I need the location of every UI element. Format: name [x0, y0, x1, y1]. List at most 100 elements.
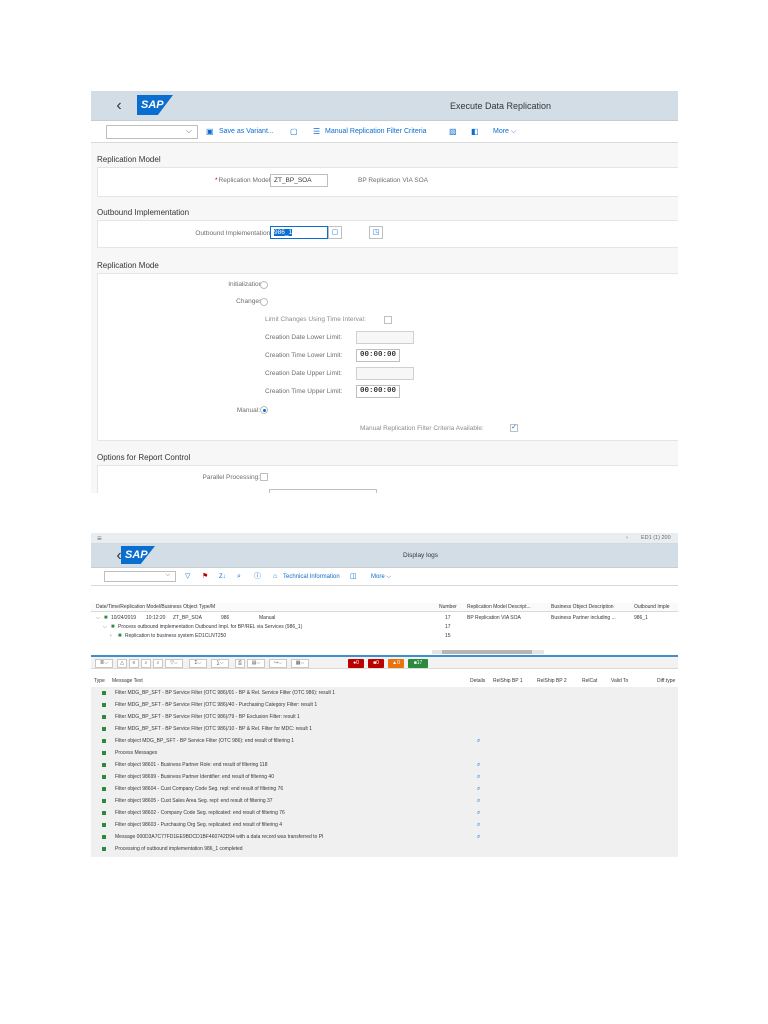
- message-text: Filter object 98601 - Business Partner R…: [115, 762, 268, 768]
- chevron-right-icon[interactable]: ›: [110, 632, 112, 640]
- creation-time-lower-input[interactable]: 00:00:00: [356, 349, 400, 362]
- help-icon[interactable]: ⓘ: [254, 568, 261, 586]
- col-type: Type: [94, 678, 105, 684]
- manual-radio[interactable]: [260, 406, 268, 414]
- image-icon[interactable]: ▧: [449, 121, 457, 143]
- export-button[interactable]: ↪⌵: [269, 659, 287, 668]
- details-button[interactable]: ≣⌵: [95, 659, 113, 668]
- filter-button[interactable]: ▽⌵: [165, 659, 183, 668]
- menu-icon[interactable]: ≡: [97, 533, 102, 544]
- sort-up-button[interactable]: △: [117, 659, 127, 668]
- details-magnifier-icon[interactable]: ⌕: [477, 819, 480, 831]
- creation-time-upper-input[interactable]: 00:00:00: [356, 385, 400, 398]
- search-icon[interactable]: ⌕: [237, 568, 241, 586]
- col-relcat: RelCat: [582, 678, 598, 684]
- message-row[interactable]: Processing of outbound implementation 98…: [91, 843, 678, 855]
- variant-select[interactable]: ⌵: [106, 125, 198, 139]
- creation-date-upper-label: Creation Date Upper Limit:: [265, 370, 342, 377]
- manual-filter-button[interactable]: Manual Replication Filter Criteria: [325, 121, 427, 143]
- details-magnifier-icon[interactable]: ⌕: [477, 807, 480, 819]
- changes-radio[interactable]: [260, 298, 268, 306]
- export-icon[interactable]: ◧: [471, 121, 479, 143]
- subtotal-button[interactable]: ∑⌵: [211, 659, 229, 668]
- sort-icon[interactable]: Z↓: [219, 568, 226, 586]
- variant-select-2[interactable]: ⌵: [104, 571, 176, 582]
- tree-id: 986: [221, 615, 230, 621]
- initialization-radio[interactable]: [260, 281, 268, 289]
- creation-date-lower-input[interactable]: [356, 331, 414, 344]
- message-row[interactable]: Filter object 98699 - Business Partner I…: [91, 771, 678, 783]
- chevron-down-icon: ⌵: [165, 572, 170, 578]
- tree-row[interactable]: ⌵ ■ Process outbound implementation Outb…: [91, 623, 678, 631]
- success-status-icon: ■: [118, 633, 122, 639]
- message-row[interactable]: Message 000D3A7C77FD1EE9BDCD1BF460742D94…: [91, 831, 678, 843]
- message-row[interactable]: Filter object 98602 - Company Code Seg. …: [91, 807, 678, 819]
- creation-time-lower-label: Creation Time Lower Limit:: [265, 352, 343, 359]
- value-help-button[interactable]: ▢: [328, 226, 342, 239]
- technical-info-button[interactable]: Technical Information: [283, 568, 340, 586]
- chevron-right-icon[interactable]: ›: [626, 533, 628, 544]
- chevron-down-icon[interactable]: ⌵: [96, 614, 100, 622]
- message-row[interactable]: Filter MDG_BP_SFT - BP Service Filter (O…: [91, 723, 678, 735]
- print-button[interactable]: ⎙: [235, 659, 245, 668]
- success-count-badge[interactable]: ■17: [408, 659, 428, 668]
- parallel-processing-checkbox[interactable]: [260, 473, 268, 481]
- sort-down-button[interactable]: ≡: [129, 659, 139, 668]
- view-button[interactable]: ▤⌵: [247, 659, 265, 668]
- manual-filter-available-checkbox[interactable]: ✓: [510, 424, 518, 432]
- message-row[interactable]: Filter object 98604 - Cust Company Code …: [91, 783, 678, 795]
- layout-button[interactable]: ▦⌵: [291, 659, 309, 668]
- flag-icon[interactable]: ⚑: [202, 568, 208, 586]
- limit-changes-checkbox[interactable]: [384, 316, 392, 324]
- details-magnifier-icon[interactable]: ⌕: [477, 831, 480, 843]
- creation-date-upper-input[interactable]: [356, 367, 414, 380]
- replication-model-label-text: Replication Model:: [218, 177, 272, 184]
- message-row[interactable]: Filter object MDG_BP_SFT - BP Service Fi…: [91, 735, 678, 747]
- message-row[interactable]: Filter object 98605 - Cust Sales Area Se…: [91, 795, 678, 807]
- find-next-button[interactable]: ⌕: [153, 659, 163, 668]
- horizontal-scrollbar[interactable]: [432, 650, 544, 654]
- scrollbar-thumb[interactable]: [442, 650, 532, 654]
- warning-count-badge[interactable]: ▲0: [388, 659, 404, 668]
- message-row[interactable]: Filter object 98601 - Business Partner R…: [91, 759, 678, 771]
- outbound-input[interactable]: 986_1: [270, 226, 328, 239]
- message-row[interactable]: Process Messages: [91, 747, 678, 759]
- tree-col-date: Date/Time/Replication Model/Business Obj…: [96, 604, 216, 610]
- tree-row[interactable]: ⌵ ■ 10/24/2019 10:12:20 ZT_BP_SOA 986 Ma…: [91, 614, 678, 622]
- open-object-button[interactable]: ◳: [369, 226, 383, 239]
- filter-icon[interactable]: ▽: [185, 568, 190, 586]
- replication-model-input[interactable]: ZT_BP_SOA: [270, 174, 328, 187]
- copy-icon[interactable]: ▢: [290, 121, 298, 143]
- more-button-2[interactable]: More ⌵: [371, 568, 391, 586]
- tree-row[interactable]: › ■ Replication to business system ED1CL…: [91, 632, 678, 640]
- details-magnifier-icon[interactable]: ⌕: [477, 783, 480, 795]
- message-row[interactable]: Filter MDG_BP_SFT - BP Service Filter (O…: [91, 699, 678, 711]
- message-row[interactable]: Filter object 98603 - Purchasing Org Seg…: [91, 819, 678, 831]
- sum-button[interactable]: Σ⌵: [189, 659, 207, 668]
- find-button[interactable]: ⌕: [141, 659, 151, 668]
- layout-icon[interactable]: ◫: [350, 568, 357, 586]
- section-options: Options for Report Control: [97, 453, 191, 462]
- outbound-label: Outbound Implementation:: [195, 230, 272, 237]
- details-magnifier-icon[interactable]: ⌕: [477, 795, 480, 807]
- message-row[interactable]: Filter MDG_BP_SFT - BP Service Filter (O…: [91, 687, 678, 699]
- back-button[interactable]: ‹: [111, 97, 127, 115]
- warning-count: 0: [397, 660, 400, 666]
- manual-filter-available-label: Manual Replication Filter Criteria Avail…: [360, 425, 484, 432]
- details-magnifier-icon[interactable]: ⌕: [477, 771, 480, 783]
- details-magnifier-icon[interactable]: ⌕: [477, 735, 480, 747]
- message-text: Filter MDG_BP_SFT - BP Service Filter (O…: [115, 690, 336, 696]
- options-extra-input[interactable]: [269, 489, 377, 493]
- message-row[interactable]: Filter MDG_BP_SFT - BP Service Filter (O…: [91, 711, 678, 723]
- initialization-label: Initialization:: [228, 281, 264, 288]
- save-as-variant-button[interactable]: Save as Variant...: [219, 121, 274, 143]
- success-status-icon: [102, 799, 106, 803]
- abort-count-badge[interactable]: ■0: [368, 659, 384, 668]
- details-magnifier-icon[interactable]: ⌕: [477, 759, 480, 771]
- error-count-badge[interactable]: ●0: [348, 659, 364, 668]
- more-button[interactable]: More ⌵: [493, 121, 516, 143]
- message-header: Type Message Text Details RelShip BP 1 R…: [91, 677, 678, 685]
- chevron-down-icon: ⌵: [185, 126, 192, 135]
- chevron-down-icon[interactable]: ⌵: [103, 623, 107, 631]
- tree-outbound: 986_1: [634, 615, 648, 621]
